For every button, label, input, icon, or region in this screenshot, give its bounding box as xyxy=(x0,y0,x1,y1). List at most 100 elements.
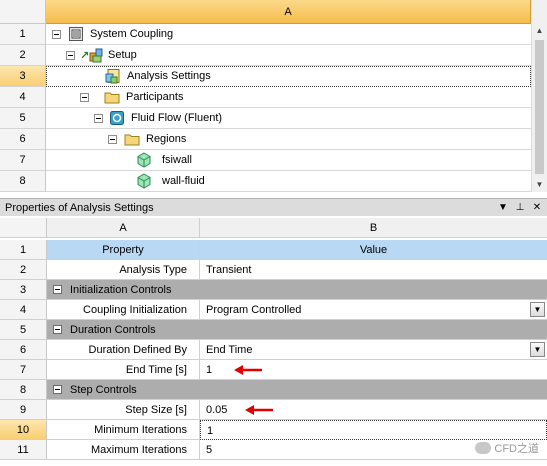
region-icon xyxy=(137,152,151,168)
outline-row-participants[interactable]: 4 Participants xyxy=(0,87,531,108)
column-b-header[interactable]: B xyxy=(200,218,547,238)
collapse-toggle-icon[interactable] xyxy=(94,114,103,123)
scroll-thumb[interactable] xyxy=(535,40,544,174)
group-row-initialization-controls[interactable]: 3 Initialization Controls xyxy=(0,280,547,300)
row-number[interactable]: 9 xyxy=(0,400,47,420)
row-number[interactable]: 7 xyxy=(0,360,47,380)
property-row-maximum-iterations[interactable]: 11 Maximum Iterations 5 xyxy=(0,440,547,460)
row-number[interactable]: 1 xyxy=(0,24,46,45)
outline-row-wall-fluid[interactable]: 8 wall-fluid xyxy=(0,171,531,192)
property-row-duration-defined-by[interactable]: 6 Duration Defined By End Time ▼ xyxy=(0,340,547,360)
outline-row-setup[interactable]: 2 ↗ Setup xyxy=(0,45,531,66)
property-name: End Time [s] xyxy=(47,360,200,380)
dropdown-menu-icon[interactable]: ▼ xyxy=(496,202,510,213)
outline-cell[interactable]: Fluid Flow (Fluent) xyxy=(46,108,531,129)
row-number[interactable]: 4 xyxy=(0,300,47,320)
folder-icon xyxy=(124,134,140,146)
watermark-text: CFD之道 xyxy=(494,443,539,455)
scroll-up-icon[interactable]: ▲ xyxy=(532,24,547,38)
column-a-header[interactable]: A xyxy=(47,218,200,238)
scroll-down-icon[interactable]: ▼ xyxy=(532,178,547,192)
row-number[interactable]: 1 xyxy=(0,240,47,260)
row-number[interactable]: 4 xyxy=(0,87,46,108)
outline-row-fsiwall[interactable]: 7 fsiwall xyxy=(0,150,531,171)
outline-row-analysis-settings[interactable]: 3 Analysis Settings xyxy=(0,66,531,87)
properties-title: Properties of Analysis Settings xyxy=(5,201,154,214)
row-number[interactable]: 2 xyxy=(0,45,46,66)
group-label: Duration Controls xyxy=(70,324,156,336)
watermark: CFD之道 xyxy=(475,440,539,456)
outline-cell-selected[interactable]: Analysis Settings xyxy=(46,66,531,87)
collapse-toggle-icon[interactable] xyxy=(52,30,61,39)
row-number[interactable]: 8 xyxy=(0,380,47,400)
input-value: 1 xyxy=(206,364,213,376)
group-header[interactable]: Initialization Controls xyxy=(47,280,547,300)
row-number[interactable]: 6 xyxy=(0,340,47,360)
properties-header-row: 1 Property Value xyxy=(0,240,547,260)
chevron-down-icon[interactable]: ▼ xyxy=(530,342,545,357)
close-icon[interactable]: ✕ xyxy=(530,202,544,213)
dropdown-value: End Time xyxy=(206,344,253,356)
outline-header: A xyxy=(0,0,547,24)
property-row-analysis-type[interactable]: 2 Analysis Type Transient xyxy=(0,260,547,280)
tree-item-label: Setup xyxy=(108,49,137,61)
row-number[interactable]: 5 xyxy=(0,108,46,129)
outline-cell[interactable]: System Coupling xyxy=(46,24,531,45)
outline-corner-cell[interactable] xyxy=(0,0,46,24)
wechat-icon xyxy=(475,442,492,454)
collapse-toggle-icon[interactable] xyxy=(53,325,62,334)
row-number[interactable]: 2 xyxy=(0,260,47,280)
group-label: Step Controls xyxy=(70,384,137,396)
property-name: Maximum Iterations xyxy=(47,440,200,460)
property-row-minimum-iterations[interactable]: 10 Minimum Iterations 1 xyxy=(0,420,547,440)
row-number[interactable]: 7 xyxy=(0,150,46,171)
group-header[interactable]: Step Controls xyxy=(47,380,547,400)
red-arrow-annotation xyxy=(234,365,262,375)
value-column-title: Value xyxy=(200,240,547,260)
collapse-toggle-icon[interactable] xyxy=(53,285,62,294)
collapse-toggle-icon[interactable] xyxy=(80,93,89,102)
outline-vertical-scrollbar[interactable]: ▲ ▼ xyxy=(531,24,547,192)
properties-column-letters: A B xyxy=(0,218,547,238)
tree-item-label: System Coupling xyxy=(90,28,174,40)
outline-cell[interactable]: wall-fluid xyxy=(46,171,531,192)
group-row-duration-controls[interactable]: 5 Duration Controls xyxy=(0,320,547,340)
outline-column-a-header[interactable]: A xyxy=(46,0,531,24)
row-number[interactable]: 10 xyxy=(0,420,47,440)
row-number[interactable]: 6 xyxy=(0,129,46,150)
property-value-dropdown[interactable]: End Time ▼ xyxy=(200,340,547,360)
outline-row-regions[interactable]: 6 Regions xyxy=(0,129,531,150)
group-header[interactable]: Duration Controls xyxy=(47,320,547,340)
row-number[interactable]: 8 xyxy=(0,171,46,192)
property-value[interactable]: Transient xyxy=(200,260,547,280)
outline-grid: A 1 System Coupling 2 ↗ Setup 3 Analysis… xyxy=(0,0,547,192)
row-number[interactable]: 11 xyxy=(0,440,47,460)
property-row-end-time[interactable]: 7 End Time [s] 1 xyxy=(0,360,547,380)
row-number[interactable]: 3 xyxy=(0,66,46,87)
properties-corner-cell[interactable] xyxy=(0,218,47,238)
row-number[interactable]: 3 xyxy=(0,280,47,300)
outline-row-fluid-flow[interactable]: 5 Fluid Flow (Fluent) xyxy=(0,108,531,129)
dropdown-value: Program Controlled xyxy=(206,304,302,316)
property-value-dropdown[interactable]: Program Controlled ▼ xyxy=(200,300,547,320)
property-name: Analysis Type xyxy=(47,260,200,280)
chevron-down-icon[interactable]: ▼ xyxy=(530,302,545,317)
row-number[interactable]: 5 xyxy=(0,320,47,340)
outline-cell[interactable]: ↗ Setup xyxy=(46,45,531,66)
property-row-step-size[interactable]: 9 Step Size [s] 0.05 xyxy=(0,400,547,420)
collapse-toggle-icon[interactable] xyxy=(53,385,62,394)
group-row-step-controls[interactable]: 8 Step Controls xyxy=(0,380,547,400)
outline-cell[interactable]: Participants xyxy=(46,87,531,108)
red-arrow-annotation xyxy=(245,405,273,415)
outline-row-system-coupling[interactable]: 1 System Coupling xyxy=(0,24,531,45)
property-value-input[interactable]: 0.05 xyxy=(200,400,547,420)
pin-icon[interactable]: ⊥ xyxy=(513,202,527,213)
property-name: Coupling Initialization xyxy=(47,300,200,320)
outline-cell[interactable]: Regions xyxy=(46,129,531,150)
property-row-coupling-initialization[interactable]: 4 Coupling Initialization Program Contro… xyxy=(0,300,547,320)
property-value-input[interactable]: 1 xyxy=(200,360,547,380)
collapse-toggle-icon[interactable] xyxy=(66,51,75,60)
outline-cell[interactable]: fsiwall xyxy=(46,150,531,171)
property-value-input[interactable]: 1 xyxy=(200,420,547,440)
collapse-toggle-icon[interactable] xyxy=(108,135,117,144)
